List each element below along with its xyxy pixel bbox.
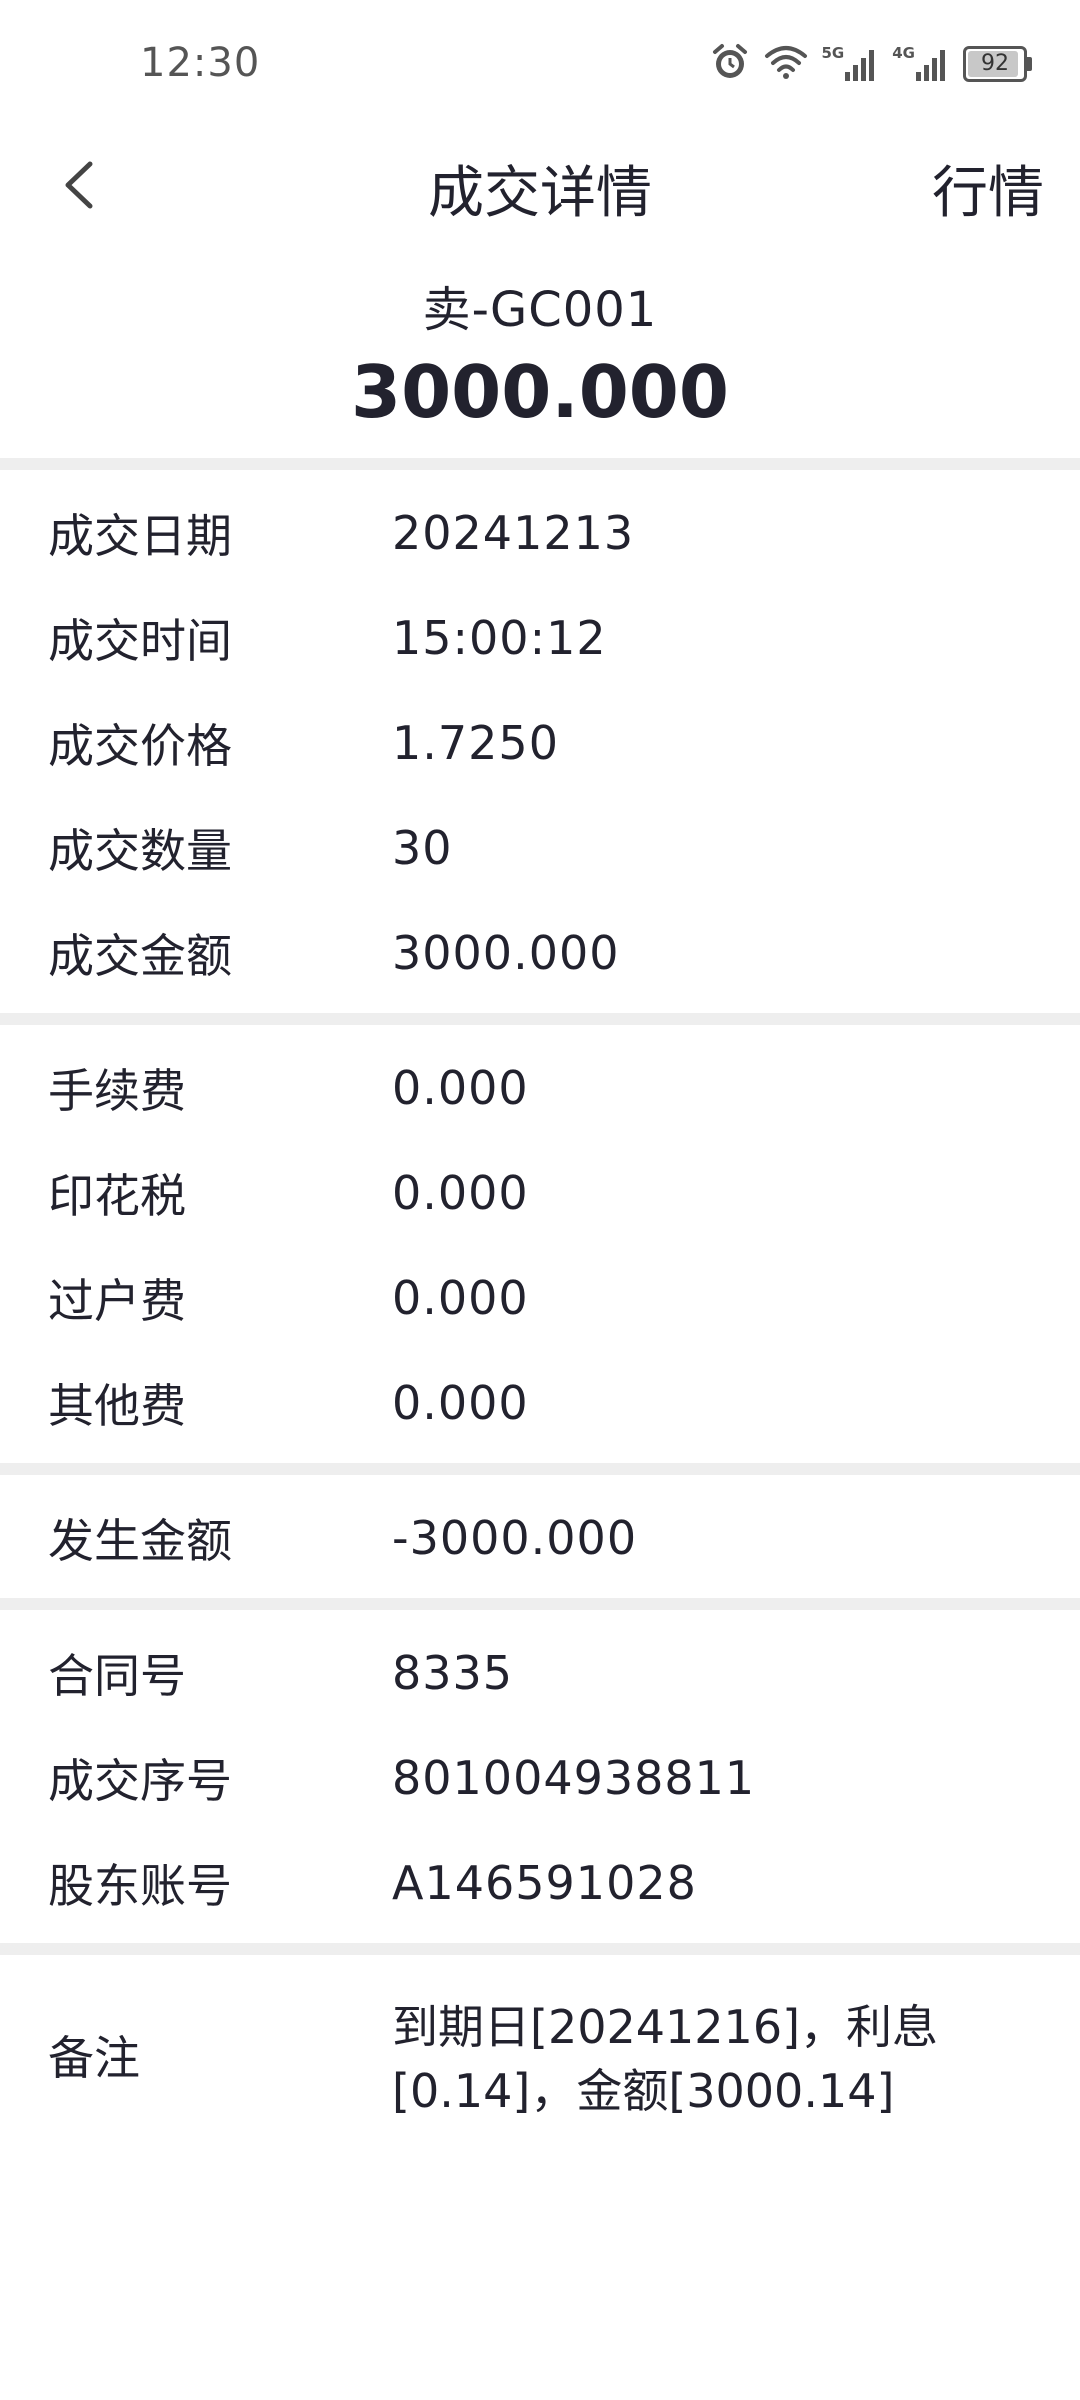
detail-value: A146591028 (392, 1855, 697, 1910)
nav-bar: 成交详情 行情 (0, 130, 1080, 240)
detail-label: 成交序号 (48, 1753, 232, 1808)
detail-label: 成交日期 (48, 508, 232, 563)
status-bar: 12:30 5G 4G 92 (0, 0, 1080, 130)
trade-details: 成交日期 20241213 成交时间 15:00:12 成交价格 1.7250 … (0, 458, 1080, 2153)
remark-line: 到期日[20241216]，利息 (392, 2000, 939, 2054)
detail-value: 3000.000 (392, 925, 620, 980)
detail-value: 1.7250 (392, 715, 559, 770)
trade-code: 卖-GC001 (422, 282, 658, 338)
remark-value: 到期日[20241216]，利息 [0.14]，金额[3000.14] (392, 1995, 952, 2123)
detail-label: 印花税 (48, 1168, 186, 1223)
battery-tip (1027, 57, 1032, 71)
contract-section: 合同号 8335 成交序号 801004938811 股东账号 A1465910… (0, 1610, 1080, 1943)
detail-label: 其他费 (48, 1378, 186, 1433)
remark-line: [0.14]，金额[3000.14] (392, 2064, 895, 2118)
detail-value: -3000.000 (392, 1510, 638, 1565)
detail-label: 过户费 (48, 1273, 186, 1328)
section-divider (0, 1463, 1080, 1475)
detail-label: 成交时间 (48, 613, 232, 668)
wifi-icon (764, 44, 808, 84)
section-divider (0, 458, 1080, 470)
detail-row-trade-serial: 成交序号 801004938811 (0, 1725, 1080, 1830)
market-button[interactable]: 行情 (932, 148, 1044, 229)
detail-row-net-amount: 发生金额 -3000.000 (0, 1485, 1080, 1590)
detail-row-remark: 备注 到期日[20241216]，利息 [0.14]，金额[3000.14] (0, 1965, 1080, 2145)
detail-label: 合同号 (48, 1648, 186, 1703)
battery-level-text: 92 (981, 51, 1009, 76)
detail-label: 成交金额 (48, 928, 232, 983)
detail-label: 手续费 (48, 1063, 186, 1118)
trade-summary: 卖-GC001 3000.000 (0, 270, 1080, 434)
section-divider (0, 1598, 1080, 1610)
detail-row-contract-no: 合同号 8335 (0, 1620, 1080, 1725)
detail-label: 发生金额 (48, 1513, 232, 1568)
detail-row-trade-quantity: 成交数量 30 (0, 795, 1080, 900)
detail-label: 成交数量 (48, 823, 232, 878)
battery-indicator: 92 (963, 46, 1027, 82)
detail-value: 30 (392, 820, 453, 875)
net-amount-section: 发生金额 -3000.000 (0, 1475, 1080, 1598)
section-divider (0, 1013, 1080, 1025)
detail-row-other-fee: 其他费 0.000 (0, 1350, 1080, 1455)
trade-amount: 3000.000 (350, 350, 730, 434)
detail-row-trade-price: 成交价格 1.7250 (0, 690, 1080, 795)
page-title: 成交详情 (428, 161, 652, 226)
signal-5g-icon: 5G (822, 46, 879, 82)
alarm-icon (710, 42, 750, 86)
detail-row-transfer-fee: 过户费 0.000 (0, 1245, 1080, 1350)
detail-row-trade-time: 成交时间 15:00:12 (0, 585, 1080, 690)
network-4g-label: 4G (892, 44, 915, 62)
detail-row-trade-date: 成交日期 20241213 (0, 480, 1080, 585)
detail-label: 成交价格 (48, 718, 232, 773)
section-divider (0, 1943, 1080, 1955)
detail-row-shareholder-account: 股东账号 A146591028 (0, 1830, 1080, 1935)
detail-value: 8335 (392, 1645, 514, 1700)
battery-icon: 92 (963, 46, 1032, 82)
status-time: 12:30 (140, 40, 261, 86)
detail-value: 0.000 (392, 1060, 529, 1115)
network-5g-label: 5G (821, 44, 845, 62)
detail-row-stamp-duty: 印花税 0.000 (0, 1140, 1080, 1245)
remark-section: 备注 到期日[20241216]，利息 [0.14]，金额[3000.14] (0, 1955, 1080, 2153)
fees-section: 手续费 0.000 印花税 0.000 过户费 0.000 其他费 0.000 (0, 1025, 1080, 1463)
status-icons: 5G 4G 92 (710, 42, 1032, 86)
detail-value: 801004938811 (392, 1750, 756, 1805)
detail-row-commission: 手续费 0.000 (0, 1035, 1080, 1140)
detail-value: 0.000 (392, 1375, 529, 1430)
signal-4g-icon: 4G (892, 46, 949, 82)
detail-value: 0.000 (392, 1165, 529, 1220)
trade-info-section: 成交日期 20241213 成交时间 15:00:12 成交价格 1.7250 … (0, 470, 1080, 1013)
detail-value: 20241213 (392, 505, 635, 560)
detail-label: 备注 (48, 2031, 140, 2085)
detail-row-trade-amount: 成交金额 3000.000 (0, 900, 1080, 1005)
detail-label: 股东账号 (48, 1858, 232, 1913)
detail-value: 0.000 (392, 1270, 529, 1325)
detail-value: 15:00:12 (392, 610, 607, 665)
